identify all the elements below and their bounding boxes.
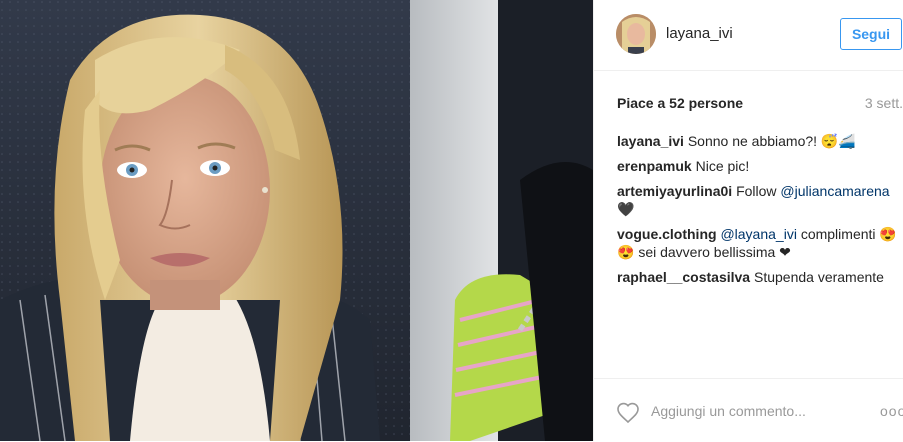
comment-username[interactable]: artemiyayurlina0i xyxy=(617,183,732,199)
comment-text: Follow xyxy=(736,183,781,199)
post-time[interactable]: 3 sett. xyxy=(865,95,903,111)
likes-count[interactable]: Piace a 52 persone xyxy=(617,95,743,111)
comment-item: erenpamuk Nice pic! xyxy=(617,157,902,175)
post-side-panel: layana_ivi Segui Piace a 52 persone 3 se… xyxy=(593,0,903,441)
comment-username[interactable]: layana_ivi xyxy=(617,133,684,149)
comment-item: vogue.clothing @layana_ivi complimenti 😍… xyxy=(617,225,902,261)
comment-text: Stupenda veramente xyxy=(753,269,884,285)
avatar-image xyxy=(616,14,656,54)
comment-list: layana_ivi Sonno ne abbiamo?! 😴🚄 erenpam… xyxy=(617,132,902,293)
selfie-image xyxy=(0,0,593,441)
comment-username[interactable]: erenpamuk xyxy=(617,158,692,174)
comment-text: Sonno ne abbiamo?! 😴🚄 xyxy=(687,133,856,149)
comment-mention[interactable]: @layana_ivi xyxy=(720,226,796,242)
comment-item: layana_ivi Sonno ne abbiamo?! 😴🚄 xyxy=(617,132,902,150)
post-header: layana_ivi Segui xyxy=(594,0,903,71)
comment-username[interactable]: vogue.clothing xyxy=(617,226,717,242)
post-footer: Aggiungi un commento... ooo xyxy=(594,378,903,442)
comment-text: Nice pic! xyxy=(695,158,750,174)
comment-mention[interactable]: @juliancamarena xyxy=(780,183,889,199)
comment-username[interactable]: raphael__costasilva xyxy=(617,269,750,285)
follow-button[interactable]: Segui xyxy=(840,18,902,50)
instagram-post-view: layana_ivi Segui Piace a 52 persone 3 se… xyxy=(0,0,903,441)
avatar[interactable] xyxy=(616,14,656,54)
post-photo[interactable] xyxy=(0,0,593,441)
add-comment-input[interactable]: Aggiungi un commento... xyxy=(651,403,806,419)
post-username[interactable]: layana_ivi xyxy=(666,25,733,42)
comment-item: raphael__costasilva Stupenda veramente xyxy=(617,268,902,286)
heart-icon[interactable] xyxy=(616,401,640,425)
comment-text-after: 🖤 xyxy=(617,201,635,217)
comment-item: artemiyayurlina0i Follow @juliancamarena… xyxy=(617,182,902,218)
more-options-icon[interactable]: ooo xyxy=(880,403,903,419)
